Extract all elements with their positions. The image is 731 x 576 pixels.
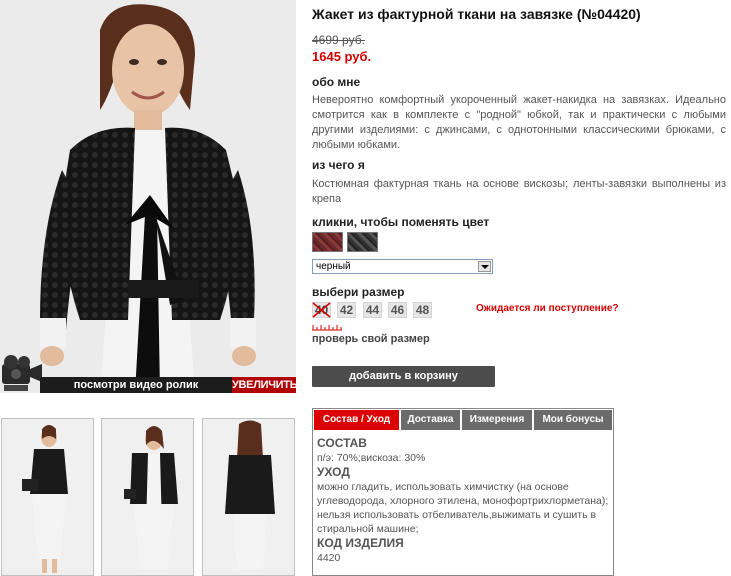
info-tabs-panel: Состав / Уход Доставка Измерения Мои бон… [312,408,614,576]
material-text: Костюмная фактурная ткань на основе виск… [312,178,726,205]
material-heading: из чего я [312,158,365,172]
video-camera-icon[interactable] [0,352,44,393]
check-size-link[interactable]: проверь свой размер [312,333,430,345]
composition-heading: СОСТАВ [317,436,367,450]
color-swatch-black[interactable] [347,232,378,252]
thumbnail-3[interactable] [202,418,295,576]
old-price: 4699 руб. [312,33,365,47]
size-44[interactable]: 44 [363,302,382,318]
tab-content: СОСТАВ п/э: 70%;вискоза: 30% УХОД можно … [317,436,611,565]
about-heading: обо мне [312,75,361,89]
thumbnail-1[interactable] [1,418,94,576]
model-photo-illustration [0,0,296,393]
color-heading: кликни, чтобы поменять цвет [312,215,490,229]
size-42[interactable]: 42 [337,302,356,318]
thumbnail-image [203,419,294,575]
product-code-heading: КОД ИЗДЕЛИЯ [317,536,404,550]
thumbnail-2[interactable] [101,418,194,576]
care-value: можно гладить, использовать химчистку (н… [317,481,609,535]
tab-row: Состав / Уход Доставка Измерения Мои бон… [313,409,613,431]
about-text: Невероятно комфортный укороченный жакет-… [312,94,726,151]
size-48[interactable]: 48 [413,302,432,318]
color-select-value: черный [316,261,351,272]
tab-delivery[interactable]: Доставка [401,410,461,430]
chevron-down-icon[interactable] [478,261,491,272]
zoom-button[interactable]: УВЕЛИЧИТЬ [232,377,296,393]
restock-inquiry-link[interactable]: Ожидается ли поступление? [476,303,619,314]
tab-composition-care[interactable]: Состав / Уход [314,410,400,430]
care-heading: УХОД [317,465,350,479]
color-select[interactable]: черный [312,259,493,274]
video-bar: посмотри видео ролик УВЕЛИЧИТЬ [0,352,296,393]
tab-measurements[interactable]: Измерения [462,410,533,430]
color-swatch-burgundy[interactable] [312,232,343,252]
thumbnail-image [102,419,193,575]
size-40-unavailable[interactable]: 40 [312,302,331,318]
tab-my-bonuses[interactable]: Мои бонусы [534,410,613,430]
product-title: Жакет из фактурной ткани на завязке (№04… [312,6,641,22]
size-heading: выбери размер [312,285,405,299]
add-to-cart-button[interactable]: добавить в корзину [312,366,495,387]
thumbnail-image [2,419,93,575]
watch-video-link[interactable]: посмотри видео ролик [40,377,232,393]
composition-value: п/э: 70%;вискоза: 30% [317,452,426,464]
product-code-value: 4420 [317,552,341,564]
ruler-icon [312,325,342,331]
sale-price: 1645 руб. [312,49,372,64]
main-product-photo[interactable]: посмотри видео ролик УВЕЛИЧИТЬ [0,0,296,393]
size-46[interactable]: 46 [388,302,407,318]
